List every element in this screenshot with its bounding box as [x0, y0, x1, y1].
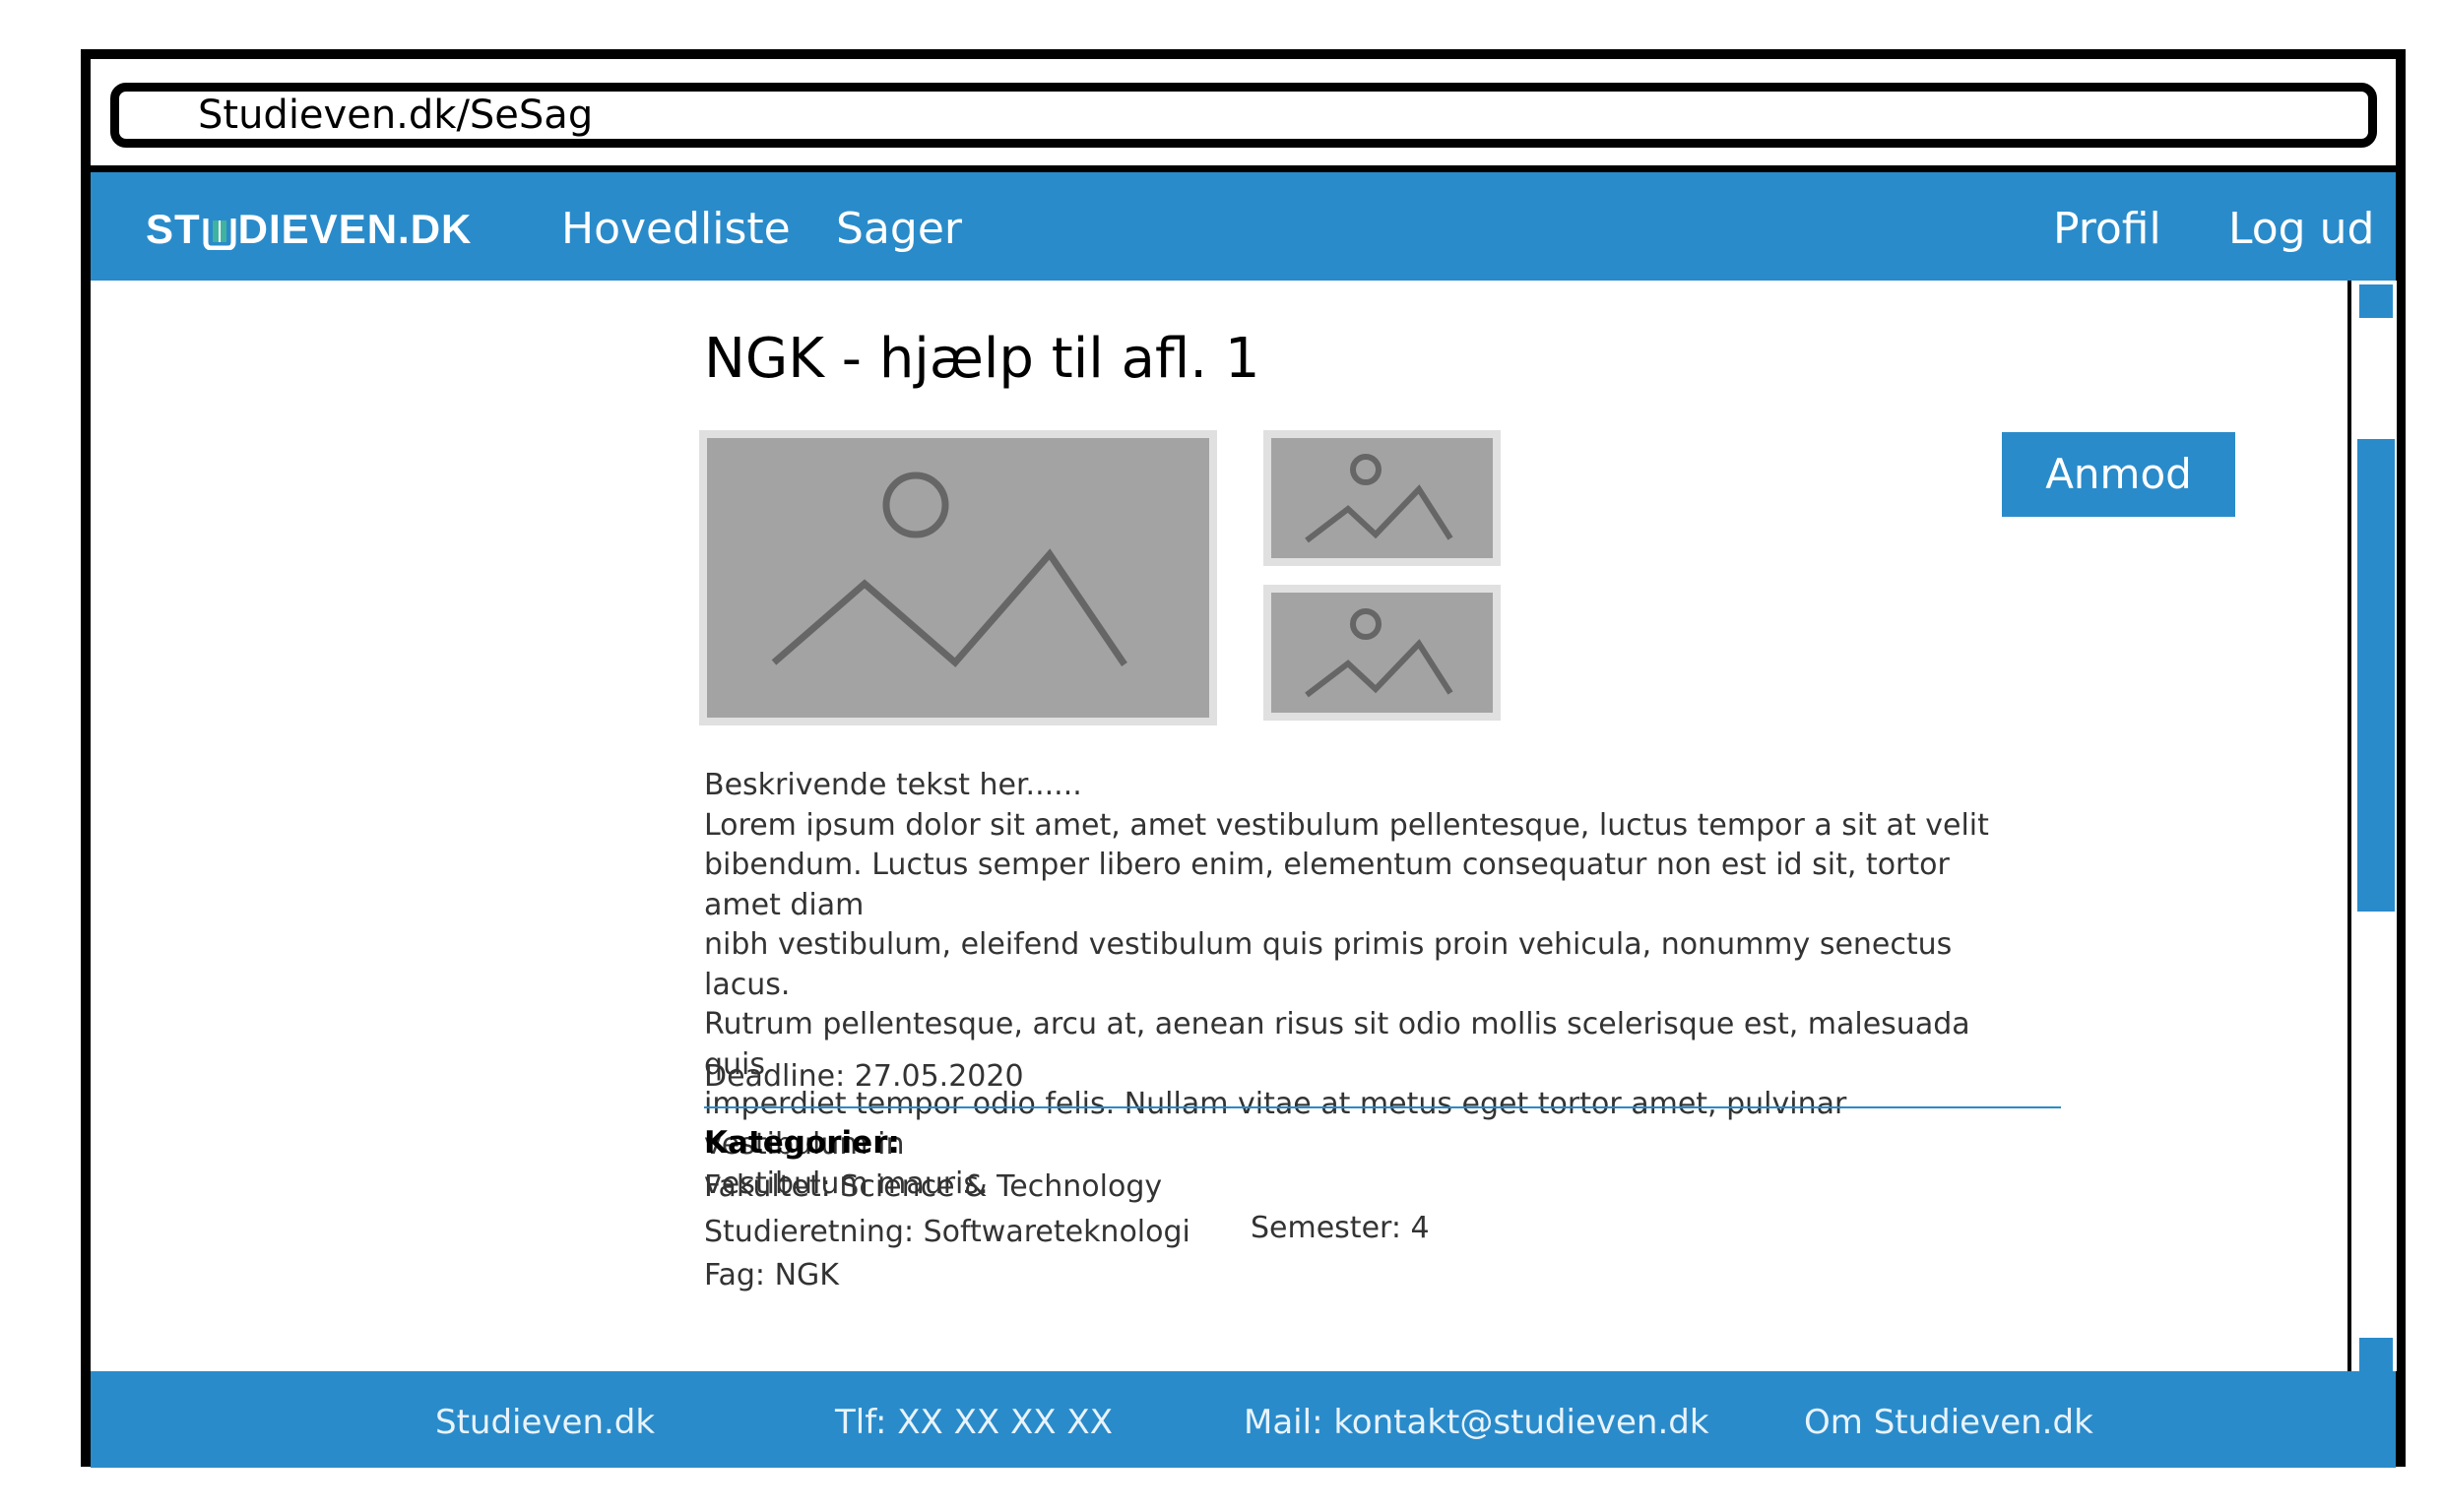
category-semester: Semester: 4 [1251, 1211, 1430, 1245]
nav-link-hovedliste[interactable]: Hovedliste [561, 204, 791, 254]
scroll-up-button[interactable] [2359, 284, 2393, 318]
address-url[interactable]: Studieven.dk/SeSag [198, 95, 593, 135]
main-image-placeholder[interactable] [699, 430, 1217, 725]
footer-about-link[interactable]: Om Studieven.dk [1804, 1403, 2093, 1442]
description-intro: Beskrivende tekst her...... [704, 768, 1082, 802]
top-navbar: ST DIEVEN.DK Hovedliste Sager Profil Log… [91, 172, 2396, 281]
image-icon [771, 472, 1127, 667]
address-bar[interactable]: Studieven.dk/SeSag [110, 83, 2377, 148]
nav-link-log-ud[interactable]: Log ud [2228, 204, 2374, 254]
category-faculty: Fakultet: Science & Technology [704, 1169, 1163, 1204]
thumbnail-image-2[interactable] [1263, 585, 1501, 721]
scroll-thumb[interactable] [2357, 439, 2395, 912]
image-icon [1305, 608, 1453, 698]
categories-heading: Kategorier: [704, 1125, 900, 1161]
book-icon [203, 213, 236, 251]
scroll-down-button[interactable] [2359, 1338, 2393, 1371]
site-logo[interactable]: ST DIEVEN.DK [146, 206, 472, 253]
description-line: bibendum. Luctus semper libero enim, ele… [704, 848, 1950, 922]
image-icon [1305, 454, 1453, 543]
description-line: nibh vestibulum, eleifend vestibulum qui… [704, 927, 1953, 1002]
site-footer: Studieven.dk Tlf: XX XX XX XX Mail: kont… [91, 1371, 2396, 1468]
nav-link-profil[interactable]: Profil [2053, 204, 2161, 254]
footer-phone: Tlf: XX XX XX XX [835, 1403, 1113, 1442]
category-subject: Fag: NGK [704, 1258, 839, 1292]
browser-chrome-divider [81, 165, 2406, 172]
footer-mail-link[interactable]: Mail: kontakt@studieven.dk [1244, 1403, 1709, 1442]
footer-site-link[interactable]: Studieven.dk [435, 1403, 655, 1442]
description-line: Lorem ipsum dolor sit amet, amet vestibu… [704, 807, 1989, 843]
logo-text-left: ST [146, 206, 201, 252]
nav-link-sager[interactable]: Sager [836, 204, 962, 254]
request-button[interactable]: Anmod [2002, 432, 2235, 517]
thumbnail-image-1[interactable] [1263, 430, 1501, 566]
category-program: Studieretning: Softwareteknologi [704, 1215, 1190, 1249]
deadline-text: Deadline: 27.05.2020 [704, 1059, 1024, 1094]
vertical-scrollbar[interactable] [2347, 281, 2397, 1371]
logo-text-right: DIEVEN.DK [237, 206, 473, 252]
section-divider [704, 1106, 2061, 1108]
page-title: NGK - hjælp til afl. 1 [704, 327, 1260, 391]
